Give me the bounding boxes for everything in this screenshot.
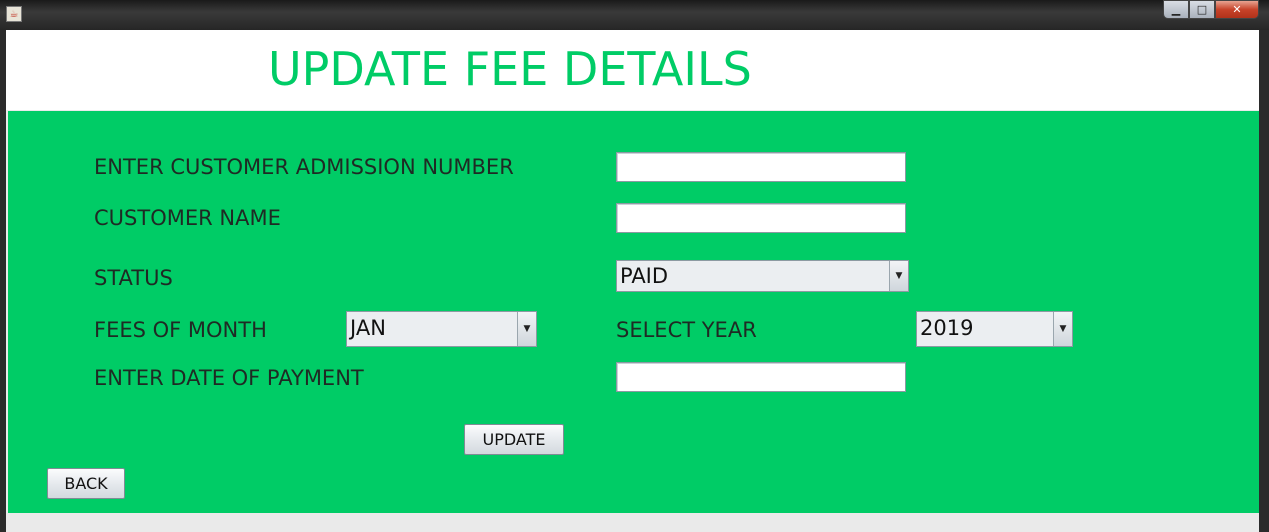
page-title: UPDATE FEE DETAILS xyxy=(268,42,752,96)
java-app-icon: ☕ xyxy=(6,6,22,22)
year-dropdown[interactable]: 2019 ▼ xyxy=(916,311,1073,347)
payment-date-field[interactable] xyxy=(616,362,906,392)
window-titlebar[interactable]: ☕ ▁ □ ✕ xyxy=(0,0,1269,30)
header-panel: UPDATE FEE DETAILS xyxy=(6,30,1259,110)
update-button[interactable]: UPDATE xyxy=(464,424,564,455)
window-frame: UPDATE FEE DETAILS ENTER CUSTOMER ADMISS… xyxy=(6,30,1259,532)
status-dropdown[interactable]: PAID ▼ xyxy=(616,260,909,292)
window-controls: ▁ □ ✕ xyxy=(1163,0,1259,20)
maximize-button[interactable]: □ xyxy=(1189,0,1215,19)
status-selected-value: PAID xyxy=(620,264,669,288)
chevron-down-icon[interactable]: ▼ xyxy=(1053,312,1072,346)
minimize-button[interactable]: ▁ xyxy=(1163,0,1189,19)
admission-number-field[interactable] xyxy=(616,152,906,182)
year-selected-value: 2019 xyxy=(920,316,974,340)
select-year-label: SELECT YEAR xyxy=(616,318,757,342)
chevron-down-icon[interactable]: ▼ xyxy=(517,312,536,346)
month-selected-value: JAN xyxy=(350,316,386,340)
customer-name-field[interactable] xyxy=(616,203,906,233)
admission-number-label: ENTER CUSTOMER ADMISSION NUMBER xyxy=(94,155,514,179)
payment-date-label: ENTER DATE OF PAYMENT xyxy=(94,366,364,390)
customer-name-label: CUSTOMER NAME xyxy=(94,206,281,230)
fees-month-label: FEES OF MONTH xyxy=(94,318,267,342)
back-button[interactable]: BACK xyxy=(47,468,125,499)
form-panel: ENTER CUSTOMER ADMISSION NUMBER CUSTOMER… xyxy=(8,111,1259,513)
close-button[interactable]: ✕ xyxy=(1215,0,1259,19)
status-label: STATUS xyxy=(94,266,173,290)
month-dropdown[interactable]: JAN ▼ xyxy=(346,311,537,347)
chevron-down-icon[interactable]: ▼ xyxy=(889,261,908,291)
